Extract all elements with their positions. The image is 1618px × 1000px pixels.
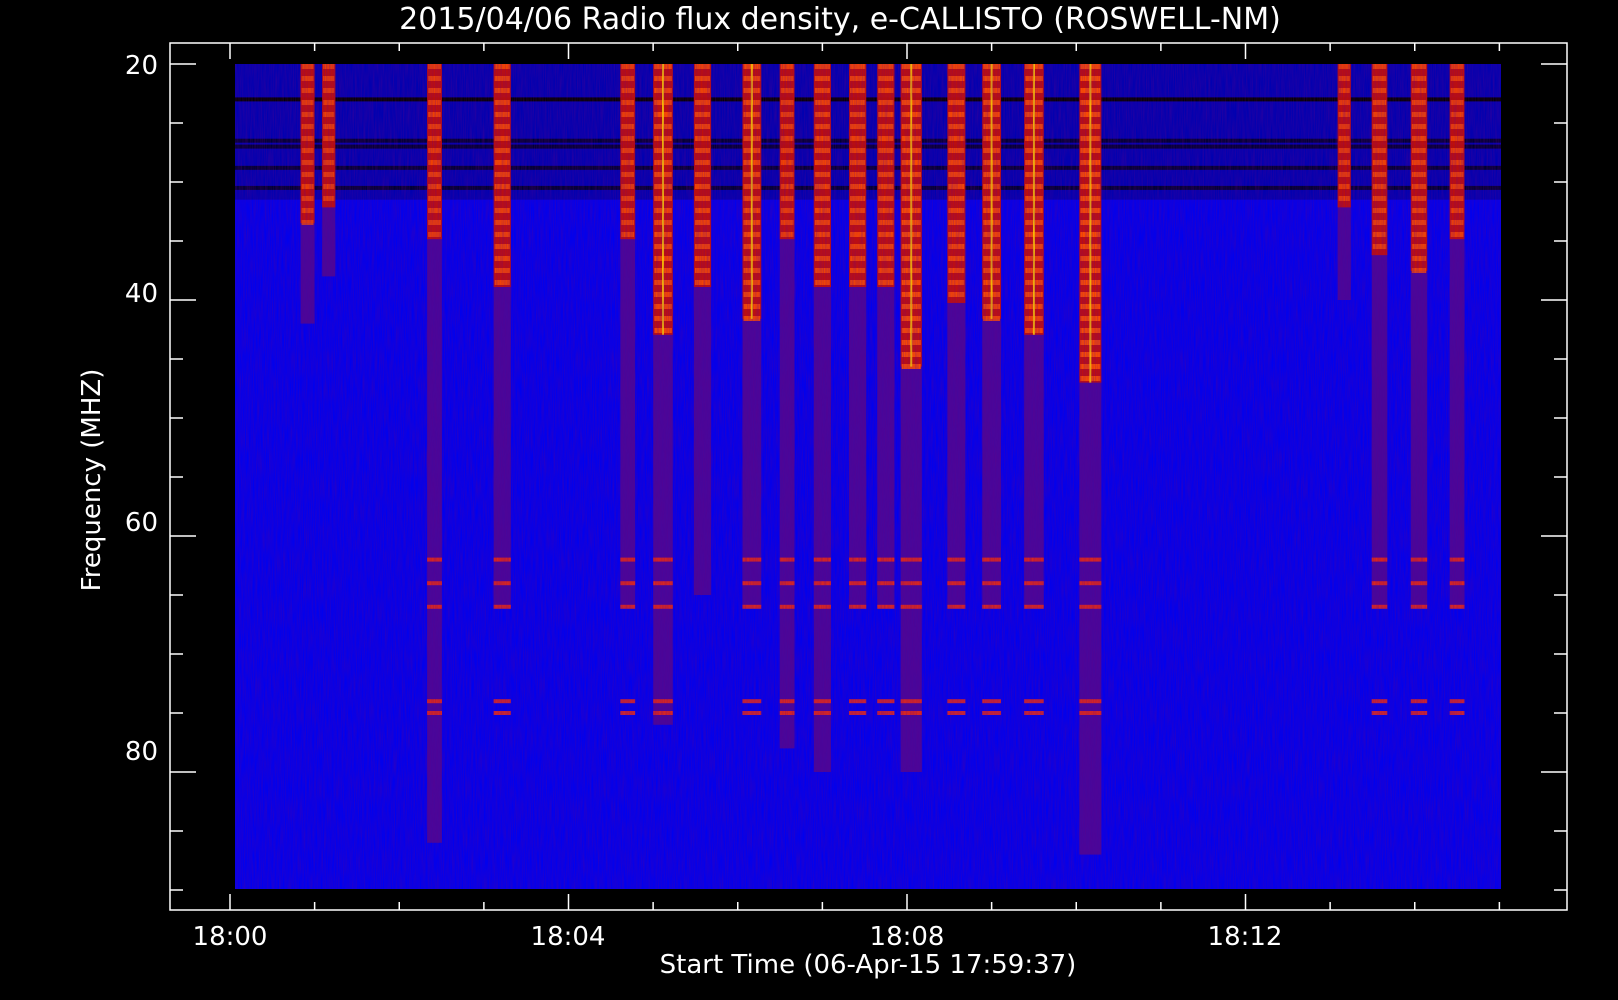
x-axis-label: Start Time (06-Apr-15 17:59:37) <box>660 950 1077 980</box>
chart-title: 2015/04/06 Radio flux density, e-CALLIST… <box>399 2 1281 37</box>
y-tick-label-40: 40 <box>125 279 158 309</box>
x-tick-label-1812: 18:12 <box>1208 922 1283 952</box>
y-tick-label-80: 80 <box>125 737 158 767</box>
plot-area <box>235 64 1501 889</box>
y-tick-label-20: 20 <box>125 51 158 81</box>
y-tick-label-60: 60 <box>125 508 158 538</box>
y-axis-label: Frequency (MHZ) <box>77 369 107 592</box>
x-tick-label-1800: 18:00 <box>193 922 268 952</box>
x-tick-label-1804: 18:04 <box>531 922 606 952</box>
spectrogram-chart: 2015/04/06 Radio flux density, e-CALLIST… <box>77 2 1568 980</box>
noise-texture <box>235 64 1501 889</box>
x-tick-label-1808: 18:08 <box>870 922 945 952</box>
